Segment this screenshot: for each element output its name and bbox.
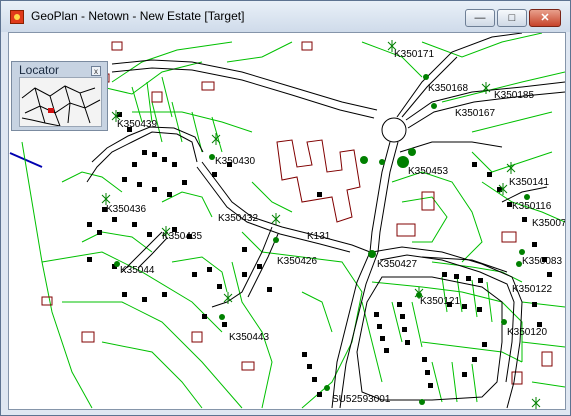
map-label: K350427: [377, 259, 417, 270]
map-label: K350122: [512, 284, 552, 295]
large-building-outline: [276, 139, 361, 223]
minimize-button[interactable]: —: [465, 9, 495, 27]
map-label: K35007: [532, 218, 565, 229]
locator-panel[interactable]: Locator x: [11, 61, 108, 131]
map-label: K350430: [215, 156, 255, 167]
close-button[interactable]: ✕: [529, 9, 561, 27]
app-logo-icon: [10, 10, 24, 24]
map-label: K350436: [106, 204, 146, 215]
map-label: K350121: [420, 296, 460, 307]
map-label: K350083: [522, 256, 562, 267]
map-label: K350426: [277, 256, 317, 267]
overview-drawing: [21, 85, 101, 126]
map-label: K350185: [494, 90, 534, 101]
map-label: K350120: [507, 327, 547, 338]
locator-overview-map[interactable]: [19, 77, 102, 127]
map-label: K350453: [408, 166, 448, 177]
map-label: K35044: [120, 265, 155, 276]
building-markers: [87, 112, 552, 397]
map-label: K131: [307, 231, 331, 242]
map-label: K350439: [117, 119, 157, 130]
maximize-button[interactable]: □: [497, 9, 527, 27]
map-label: K350141: [509, 177, 549, 188]
map-label: K350116: [512, 201, 552, 212]
map-label: K350171: [394, 49, 434, 60]
locator-title: Locator: [19, 63, 60, 77]
map-label: K350443: [229, 332, 269, 343]
map-label: K350435: [162, 231, 202, 242]
application-window: GeoPlan - Netown - New Estate [Target] —…: [0, 0, 571, 416]
map-label: K350432: [218, 213, 258, 224]
title-bar[interactable]: GeoPlan - Netown - New Estate [Target] —…: [1, 1, 570, 32]
map-label: SU52593001: [332, 394, 391, 405]
window-title: GeoPlan - Netown - New Estate [Target]: [31, 9, 245, 23]
current-view-marker: [48, 108, 54, 113]
locator-close-button[interactable]: x: [91, 66, 101, 76]
map-label: K350167: [455, 108, 495, 119]
map-label: K350168: [428, 83, 468, 94]
